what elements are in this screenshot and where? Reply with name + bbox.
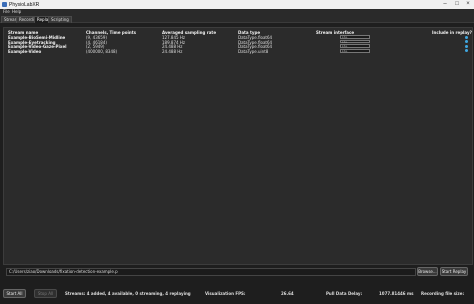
include-replay-checkbox[interactable] <box>465 40 468 44</box>
fps-label: Visualization FPS: <box>205 291 246 296</box>
window-title: PhysioLabXR <box>9 1 40 8</box>
recording-size-label: Recording file size: <box>421 291 465 296</box>
interface-select[interactable]: LSL <box>340 44 370 48</box>
browse-button[interactable]: Browse... <box>417 267 438 276</box>
delay-value: 1077.81446 ms <box>379 291 414 296</box>
minimize-icon[interactable]: – <box>440 1 450 8</box>
tab-scripting[interactable]: Scripting <box>48 15 72 23</box>
title-bar: PhysioLabXR – □ × <box>0 0 474 9</box>
fps-value: 26.64 <box>281 291 294 296</box>
table-row[interactable]: Example-Video (400000, 8348) 24.488 Hz D… <box>4 49 472 54</box>
stream-table: Stream name Channels, Time points Averag… <box>3 27 473 265</box>
include-replay-checkbox[interactable] <box>465 49 468 53</box>
stream-name: Example-Video <box>8 48 42 54</box>
streams-status: Streams: 4 added, 4 available, 0 streami… <box>65 291 191 296</box>
interface-select[interactable]: LSL <box>340 35 370 39</box>
rate-value: 24.488 Hz <box>162 48 183 54</box>
delay-label: Pull Data Delay: <box>326 291 363 296</box>
file-path-input[interactable]: C:/Users/ziao/Downloads/fixation-detecti… <box>6 268 416 276</box>
dtype-value: DataType.uint8 <box>238 48 269 54</box>
replay-file-row: C:/Users/ziao/Downloads/fixation-detecti… <box>3 268 471 278</box>
interface-select[interactable]: LSL <box>340 48 370 53</box>
include-replay-checkbox[interactable] <box>465 35 468 39</box>
include-replay-checkbox[interactable] <box>465 44 468 48</box>
start-replay-button[interactable]: Start Replay <box>440 267 468 276</box>
status-bar: Streams: 4 added, 4 available, 0 streami… <box>0 288 474 300</box>
maximize-icon[interactable]: □ <box>452 1 462 8</box>
close-icon[interactable]: × <box>463 1 473 8</box>
app-icon <box>2 2 7 7</box>
channels-value: (400000, 8348) <box>86 48 118 54</box>
tab-bar: Stream Recording Replay Scripting <box>0 15 474 23</box>
interface-select[interactable]: LSL <box>340 39 370 43</box>
